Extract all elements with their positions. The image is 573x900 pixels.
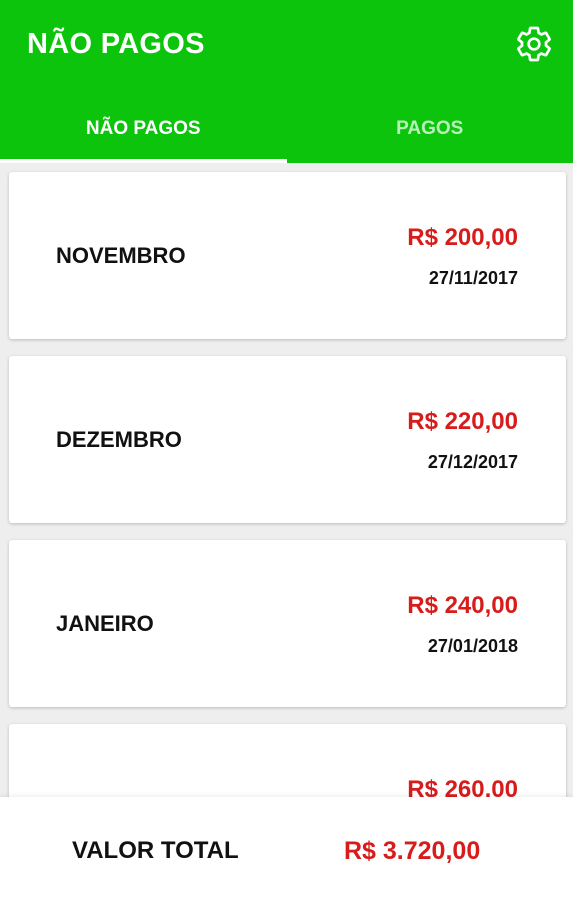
app-bar: NÃO PAGOS NÃO PAGOS PAGOS [0,0,573,163]
total-label: VALOR TOTAL [72,837,239,864]
tab-pagos[interactable]: PAGOS [287,95,573,163]
amount-value: R$ 260,00 [407,776,518,797]
page-title: NÃO PAGOS [27,28,205,60]
month-label: DEZEMBRO [56,426,182,452]
list-item[interactable]: DEZEMBRO R$ 220,00 27/12/2017 [9,356,566,523]
tab-nao-pagos[interactable]: NÃO PAGOS [0,95,287,163]
list-item[interactable]: JANEIRO R$ 240,00 27/01/2018 [9,540,566,707]
amount-value: R$ 220,00 [407,408,518,435]
list-item[interactable]: NOVEMBRO R$ 200,00 27/11/2017 [9,172,566,339]
amount-value: R$ 240,00 [407,592,518,619]
month-label: NOVEMBRO [56,242,186,268]
total-value: R$ 3.720,00 [344,837,481,865]
gear-icon [517,26,551,62]
payment-list[interactable]: NOVEMBRO R$ 200,00 27/11/2017 DEZEMBRO R… [0,163,573,797]
tab-bar: NÃO PAGOS PAGOS [0,95,573,163]
month-label: JANEIRO [56,610,154,636]
total-footer: VALOR TOTAL R$ 3.720,00 [0,797,573,900]
due-date: 27/01/2018 [427,636,518,656]
due-date: 27/11/2017 [428,268,518,288]
list-item[interactable]: R$ 260,00 [9,724,566,797]
due-date: 27/12/2017 [427,452,518,472]
amount-value: R$ 200,00 [407,224,518,251]
settings-button[interactable] [512,22,556,66]
